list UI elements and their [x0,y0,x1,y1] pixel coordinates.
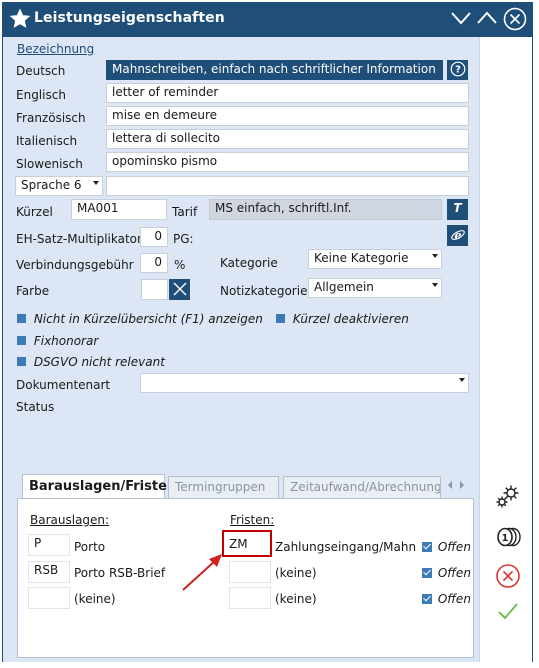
barauslagen-heading: Barauslagen: [30,513,110,527]
kuerzel-input[interactable]: MA001 [71,199,167,220]
label-englisch: Englisch [16,88,66,102]
frist-name: (keine) [275,566,317,580]
star-icon [8,7,32,31]
frist-offen-label: Offen [437,566,471,580]
checkbox-dsgvo-label: DSGVO nicht relevant [33,355,165,369]
italienisch-input[interactable]: lettera di sollecito [106,129,469,149]
label-percent: % [174,258,186,272]
svg-text:1: 1 [502,533,509,544]
tab-scroll-left-icon[interactable] [445,479,455,491]
frist-name: (keine) [275,592,317,606]
tab-barauslagen-fristen[interactable]: Barauslagen/Fristen [22,474,176,499]
checkbox-kuerzel-deaktivieren-label: Kürzel deaktivieren [292,312,409,326]
close-icon[interactable] [503,7,527,31]
coins-icon[interactable]: 1 [494,523,522,551]
frist-code-input[interactable]: ZM [222,530,272,557]
franzoesisch-input[interactable]: mise en demeure [106,106,469,126]
slowenisch-input[interactable]: opominsko pismo [106,152,469,172]
settings-icon[interactable] [494,482,522,510]
barauslage-name: Porto RSB-Brief [74,566,166,580]
frist-offen-label: Offen [437,592,471,606]
kategorie-select[interactable]: Keine Kategorie [308,249,442,269]
englisch-input[interactable]: letter of reminder [106,83,469,103]
barauslage-name: (keine) [74,592,116,606]
tab-scroll-right-icon[interactable] [457,479,467,491]
chevron-down-icon [432,283,438,287]
label-farbe: Farbe [16,284,50,298]
kategorie-select-value: Keine Kategorie [314,251,409,265]
eh-satz-input[interactable]: 0 [140,227,168,247]
label-eh-satz: EH-Satz-Multiplikator [16,232,142,246]
frist-offen-checkbox[interactable]: Offen [422,592,471,606]
sprache-select-value: Sprache 6 [21,178,82,192]
label-kuerzel: Kürzel [16,205,53,219]
label-italienisch: Italienisch [16,134,78,148]
notizkategorie-select[interactable]: Allgemein [308,278,442,298]
chevron-up-icon[interactable] [476,10,498,26]
frist-offen-label: Offen [437,540,471,554]
farbe-swatch[interactable] [141,279,168,300]
label-slowenisch: Slowenisch [16,157,83,171]
tab-zeitaufwand-abrechnung[interactable]: Zeitaufwand/Abrechnung [283,476,441,498]
bezeichnung-heading: Bezeichnung [17,42,95,56]
label-status: Status [16,400,55,414]
clear-color-icon[interactable] [169,279,190,300]
checkbox-checked-icon [422,568,432,578]
checkbox-checked-icon [422,542,432,552]
checkbox-square [17,336,26,345]
tab-termingruppen[interactable]: Termingruppen [168,476,279,498]
checkbox-kuerzel-deaktivieren[interactable]: Kürzel deaktivieren [276,312,409,326]
confirm-icon[interactable] [494,597,522,625]
sprache-select[interactable]: Sprache 6 [15,176,103,196]
checkbox-dsgvo[interactable]: DSGVO nicht relevant [17,355,165,369]
tarif-field: MS einfach, schriftl.Inf. [209,199,442,220]
verbindungsgebuehr-input[interactable]: 0 [140,253,168,273]
frist-name: Zahlungseingang/Mahnkl... [275,540,417,554]
svg-text:?: ? [455,65,461,76]
chevron-down-icon[interactable] [450,10,472,26]
cancel-icon[interactable] [494,562,522,590]
frist-offen-checkbox[interactable]: Offen [422,566,471,580]
help-icon[interactable]: ? [447,60,468,80]
label-dokumentenart: Dokumentenart [16,378,111,392]
label-tarif: Tarif [172,205,198,219]
checkbox-square [276,314,285,323]
label-verbindungsgebuehr: Verbindungsgebühr [16,258,134,272]
tarif-button[interactable]: T [447,199,468,220]
ie-icon[interactable]: e [447,225,468,246]
chevron-down-icon [432,254,438,258]
checkbox-kuerzeluebersicht[interactable]: Nicht in Kürzelübersicht (F1) anzeigen [17,312,263,326]
deutsch-input[interactable]: Mahnschreiben, einfach nach schriftliche… [106,60,443,80]
label-kategorie: Kategorie [220,256,278,270]
barauslage-code-input[interactable]: P [28,534,70,556]
sprache-input[interactable] [106,176,469,196]
label-deutsch: Deutsch [16,64,66,78]
checkbox-fixhonorar[interactable]: Fixhonorar [17,334,98,348]
barauslage-code-input[interactable]: RSB [28,561,70,583]
frist-offen-checkbox[interactable]: Offen [422,540,471,554]
dokumentenart-select[interactable] [140,373,469,393]
chevron-down-icon [459,378,465,382]
label-notizkategorie: Notizkategorie [220,284,308,298]
checkbox-checked-icon [422,594,432,604]
checkbox-fixhonorar-label: Fixhonorar [33,334,99,348]
svg-text:e: e [454,229,461,242]
notizkategorie-select-value: Allgemein [314,280,374,294]
window-title: Leistungseigenschaften [34,10,225,26]
label-franzoesisch: Französisch [16,111,86,125]
label-pg: PG: [173,232,194,246]
fristen-heading: Fristen: [230,513,275,527]
frist-code-input[interactable] [229,587,271,609]
arrow-annotation-icon [178,548,226,594]
chevron-down-icon [93,181,99,185]
barauslage-code-input[interactable] [28,587,70,609]
barauslage-name: Porto [74,540,106,554]
checkbox-square [17,314,26,323]
checkbox-kuerzeluebersicht-label: Nicht in Kürzelübersicht (F1) anzeigen [33,312,263,326]
checkbox-square [17,357,26,366]
frist-code-input[interactable] [229,561,271,583]
